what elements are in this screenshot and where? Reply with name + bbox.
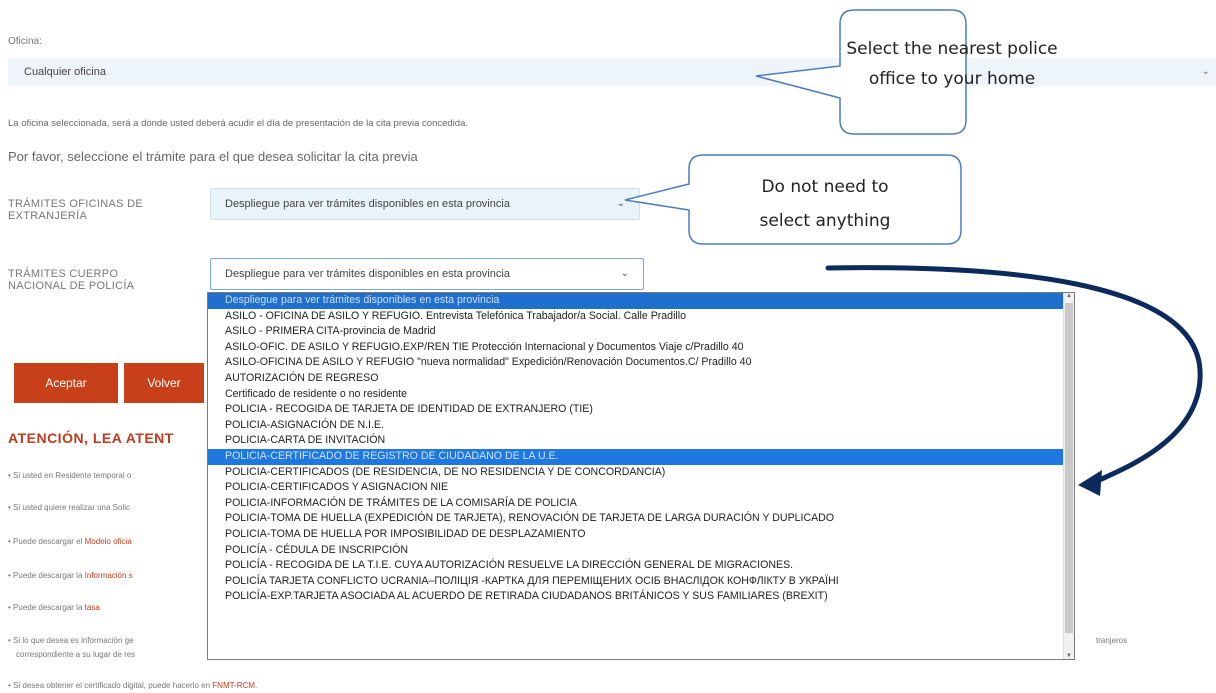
curved-arrow-icon <box>825 265 1203 496</box>
